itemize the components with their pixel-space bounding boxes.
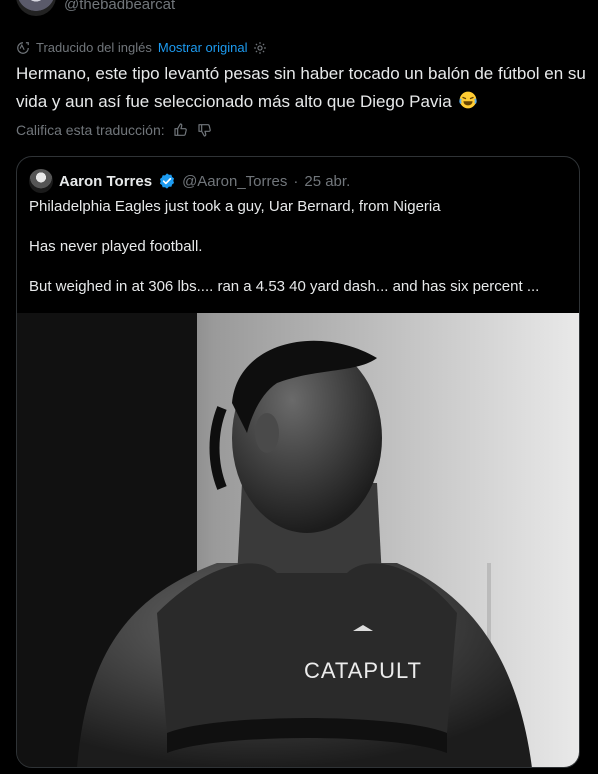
show-original-link[interactable]: Mostrar original xyxy=(158,40,248,55)
avatar[interactable] xyxy=(16,0,56,16)
gear-icon[interactable] xyxy=(253,41,267,55)
verified-badge-icon xyxy=(160,173,175,189)
quoted-tweet-header: Aaron Torres @Aaron_Torres · 25 abr. xyxy=(29,169,350,193)
athlete-photo: CATAPULT xyxy=(17,313,579,767)
quoted-tweet-text: Philadelphia Eagles just took a guy, Uar… xyxy=(29,198,540,295)
translation-label: Traducido del inglés xyxy=(36,40,152,55)
laughing-emoji-icon xyxy=(459,91,478,109)
thumbs-up-icon[interactable] xyxy=(173,122,189,138)
translation-notice: Traducido del inglés Mostrar original xyxy=(16,40,267,55)
quoted-author-handle[interactable]: @Aaron_Torres xyxy=(182,173,287,190)
author-handle[interactable]: @thebadbearcat xyxy=(64,0,175,13)
quoted-author-name[interactable]: Aaron Torres xyxy=(59,173,152,190)
thumbs-down-icon[interactable] xyxy=(197,122,213,138)
rate-translation: Califica esta traducción: xyxy=(16,122,213,138)
quoted-tweet[interactable]: Aaron Torres @Aaron_Torres · 25 abr. Phi… xyxy=(16,156,580,768)
rate-label: Califica esta traducción: xyxy=(16,122,165,138)
quoted-tweet-date[interactable]: 25 abr. xyxy=(304,173,350,190)
avatar[interactable] xyxy=(29,169,53,193)
quoted-tweet-image[interactable]: CATAPULT xyxy=(17,313,579,767)
dot-separator: · xyxy=(293,172,299,190)
shirt-brand-label: CATAPULT xyxy=(304,658,422,683)
tweet-body: Hermano, este tipo levantó pesas sin hab… xyxy=(16,64,586,111)
translate-icon xyxy=(17,41,29,54)
tweet-text: Hermano, este tipo levantó pesas sin hab… xyxy=(16,60,586,116)
